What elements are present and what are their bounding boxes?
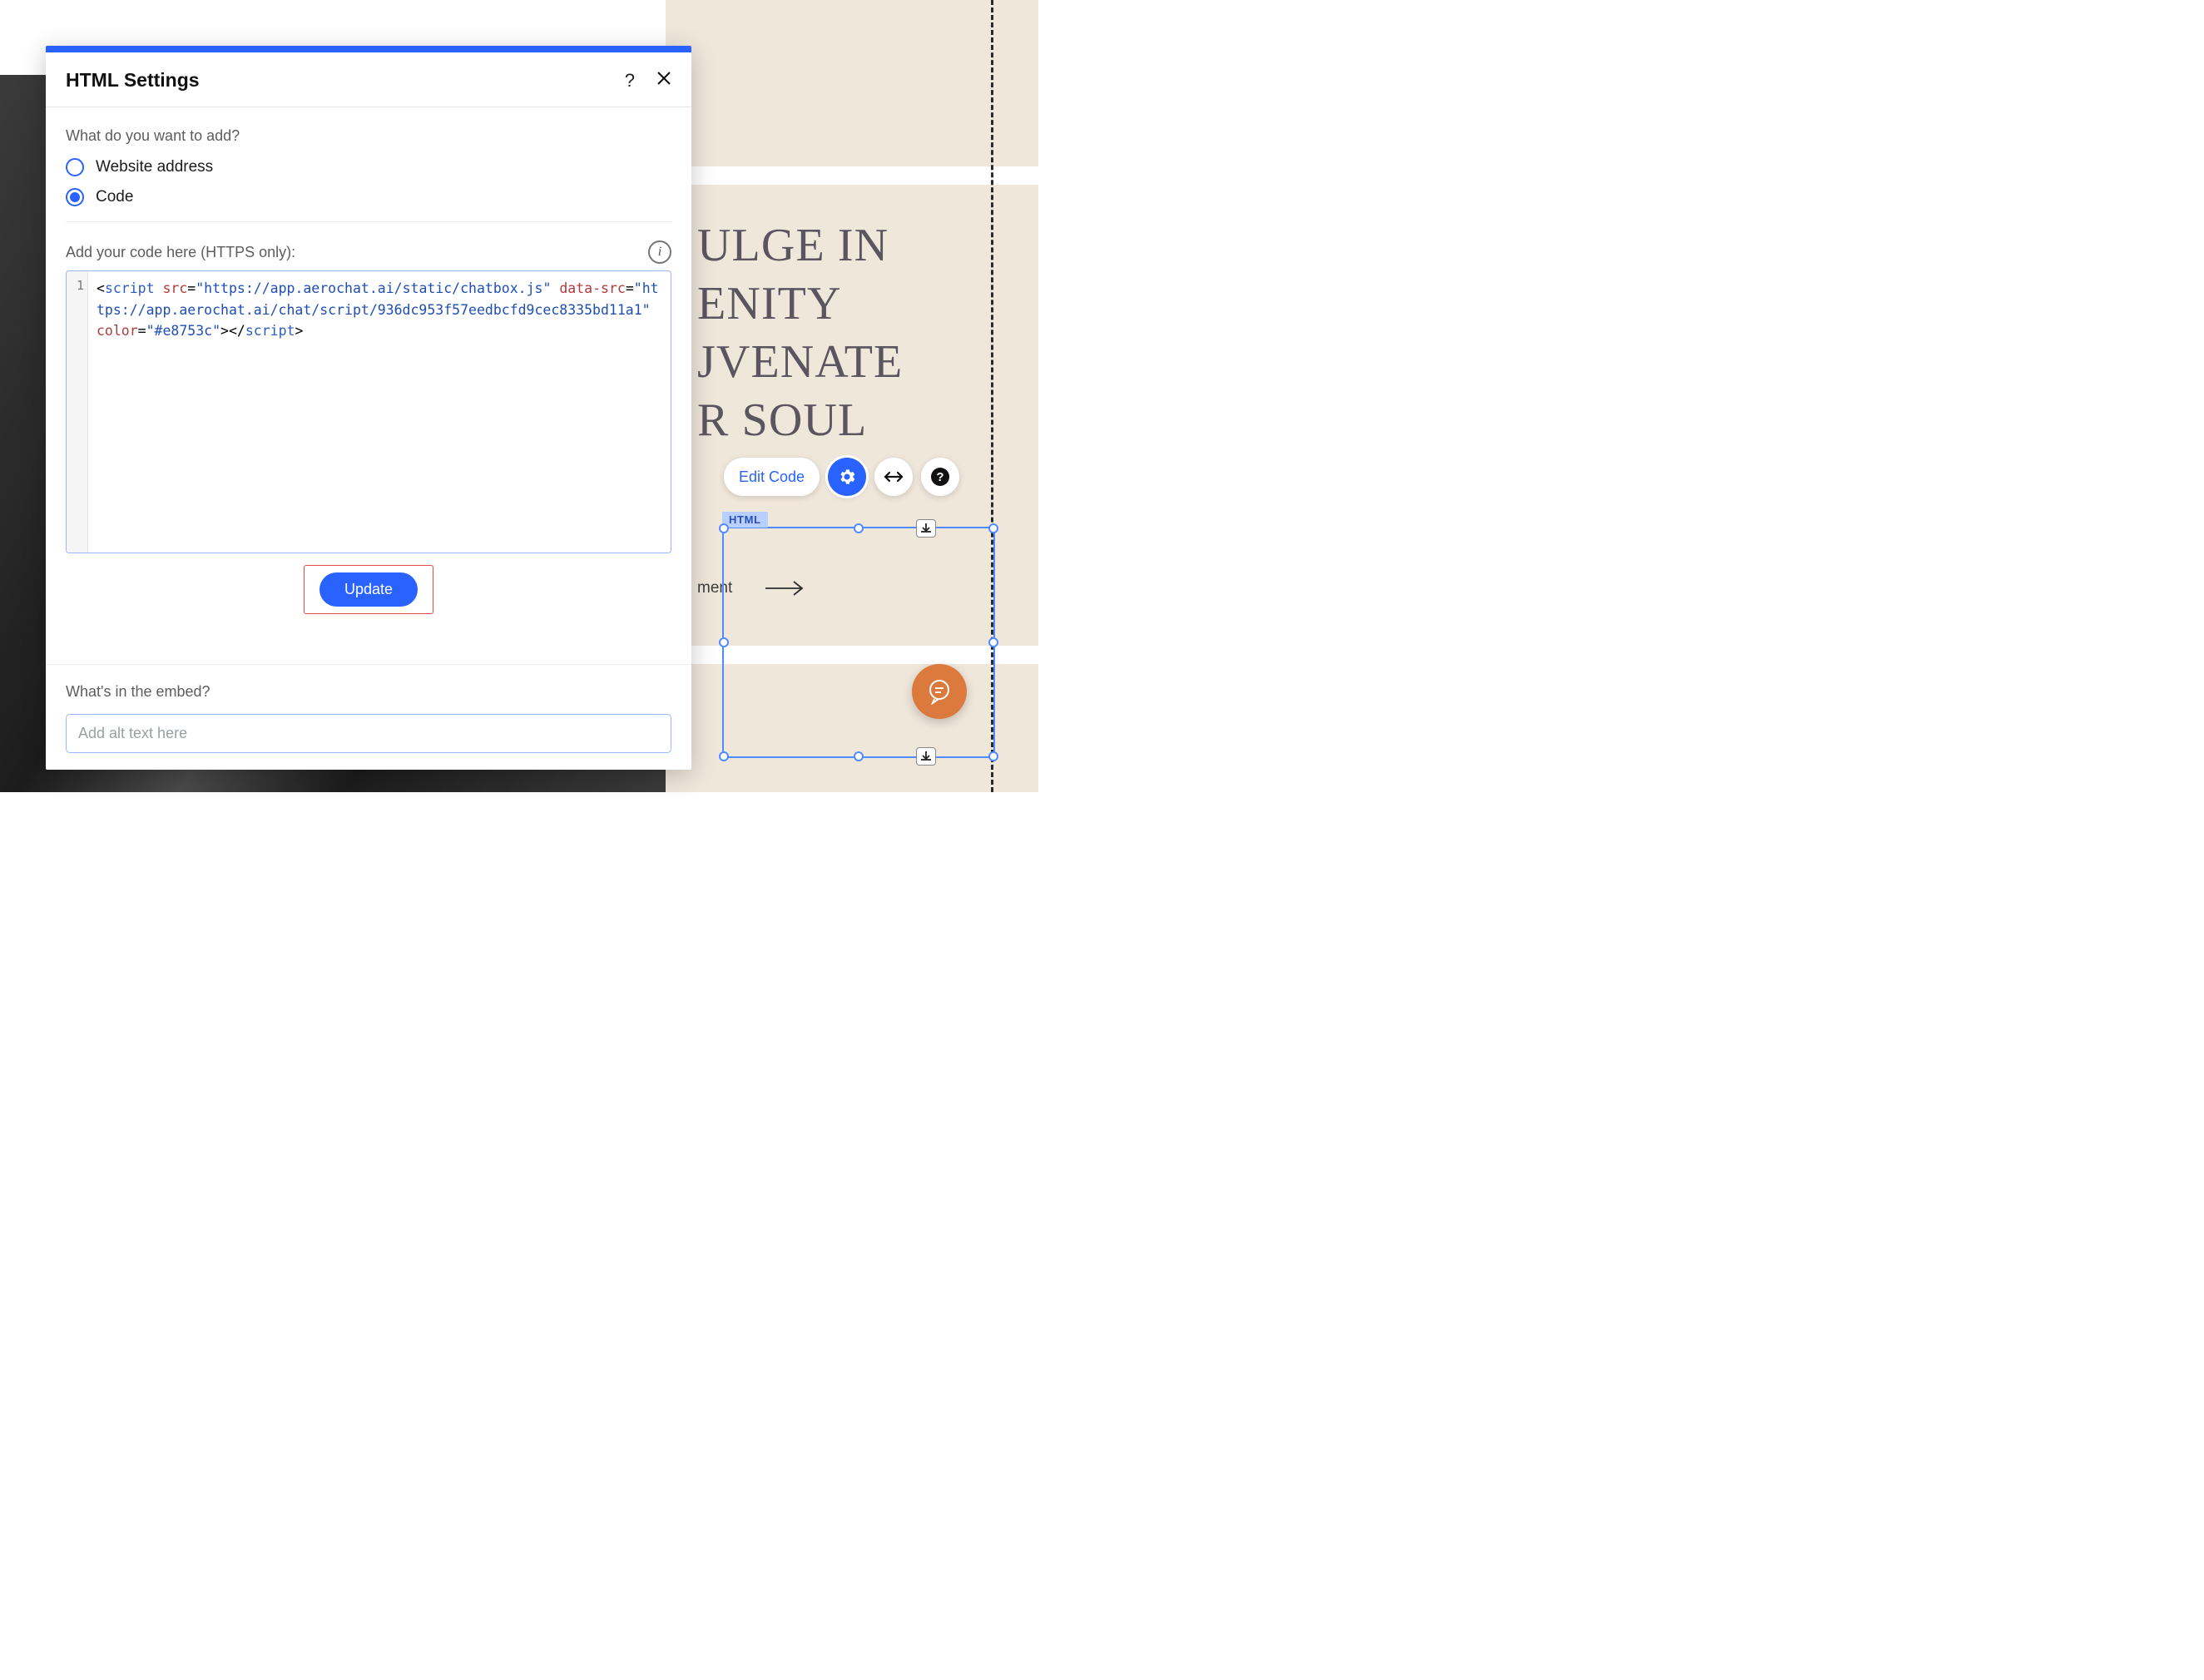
chat-widget-button[interactable] (912, 664, 967, 719)
resize-handle[interactable] (988, 637, 998, 647)
modal-body: What do you want to add? Website address… (46, 107, 691, 664)
radio-label: Code (96, 188, 133, 206)
settings-button[interactable] (828, 458, 866, 496)
code-section-label: Add your code here (HTTPS only): (66, 244, 295, 261)
radio-label: Website address (96, 158, 213, 176)
section-divider (666, 166, 1038, 185)
selection-badge: HTML (722, 512, 768, 528)
radio-code[interactable]: Code (66, 188, 671, 206)
resize-handle[interactable] (854, 523, 864, 533)
close-icon[interactable] (656, 71, 671, 90)
line-gutter: 1 (67, 271, 88, 553)
html-settings-modal: HTML Settings ? What do you want to add?… (46, 46, 691, 770)
embed-section: What's in the embed? (46, 664, 691, 770)
hero-headline: ULGE IN ENITY JVENATE R SOUL (697, 216, 997, 449)
svg-text:?: ? (936, 470, 944, 484)
add-type-label: What do you want to add? (66, 127, 671, 145)
modal-title: HTML Settings (66, 69, 200, 92)
stretch-button[interactable] (874, 458, 913, 496)
element-toolbar: Edit Code ? (724, 458, 959, 496)
alt-text-input[interactable] (66, 714, 671, 753)
dock-top-handle[interactable] (916, 519, 936, 538)
line-number: 1 (70, 278, 84, 293)
resize-handle[interactable] (719, 523, 729, 533)
modal-header: HTML Settings ? (46, 52, 691, 107)
update-highlight-box: Update (304, 565, 433, 614)
resize-handle[interactable] (988, 751, 998, 761)
resize-handle[interactable] (854, 751, 864, 761)
dock-bottom-handle[interactable] (916, 747, 936, 766)
html-element-selection[interactable]: HTML (722, 527, 995, 758)
radio-icon (66, 188, 84, 206)
modal-accent-bar (46, 46, 691, 52)
section-divider (66, 221, 671, 222)
help-icon[interactable]: ? (625, 70, 635, 92)
resize-handle[interactable] (719, 637, 729, 647)
embed-label: What's in the embed? (66, 683, 671, 701)
resize-handle[interactable] (719, 751, 729, 761)
resize-handle[interactable] (988, 523, 998, 533)
info-icon[interactable]: i (648, 240, 671, 264)
code-content[interactable]: <script src="https://app.aerochat.ai/sta… (88, 271, 671, 553)
help-button[interactable]: ? (921, 458, 959, 496)
radio-icon (66, 158, 84, 176)
edit-code-button[interactable]: Edit Code (724, 458, 820, 496)
radio-website-address[interactable]: Website address (66, 158, 671, 176)
code-editor[interactable]: 1 <script src="https://app.aerochat.ai/s… (66, 270, 671, 553)
update-button[interactable]: Update (319, 572, 418, 607)
editor-canvas: ULGE IN ENITY JVENATE R SOUL ment Edit C… (0, 0, 1038, 792)
